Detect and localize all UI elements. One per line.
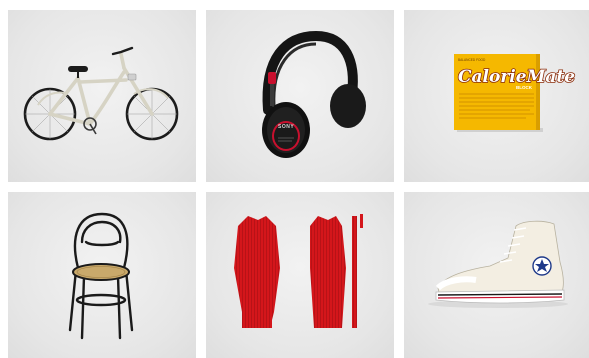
headphones-icon: SONY — [262, 30, 366, 158]
product-tile-bicycle[interactable] — [8, 10, 196, 182]
product-grid: SONY BALANCED FOOD CalorieMate BLOCK — [0, 0, 589, 358]
box-subtitle: BLOCK — [516, 85, 533, 90]
chair-icon — [68, 212, 134, 340]
product-tile-calorie-mate[interactable]: BALANCED FOOD CalorieMate BLOCK — [404, 10, 589, 182]
sony-brand-mark: SONY — [278, 124, 294, 130]
box-topline: BALANCED FOOD — [458, 58, 486, 62]
box-title: CalorieMate — [458, 67, 575, 87]
product-tile-headphones[interactable]: SONY — [206, 10, 394, 182]
product-tile-sneaker[interactable] — [404, 192, 589, 358]
sneaker-icon — [428, 220, 568, 308]
product-tile-textile[interactable] — [206, 192, 394, 358]
food-box-icon: BALANCED FOOD CalorieMate BLOCK — [454, 54, 576, 132]
bicycle-icon — [23, 46, 179, 141]
product-tile-chair[interactable] — [8, 192, 196, 358]
fabric-pattern-icon — [234, 214, 363, 328]
